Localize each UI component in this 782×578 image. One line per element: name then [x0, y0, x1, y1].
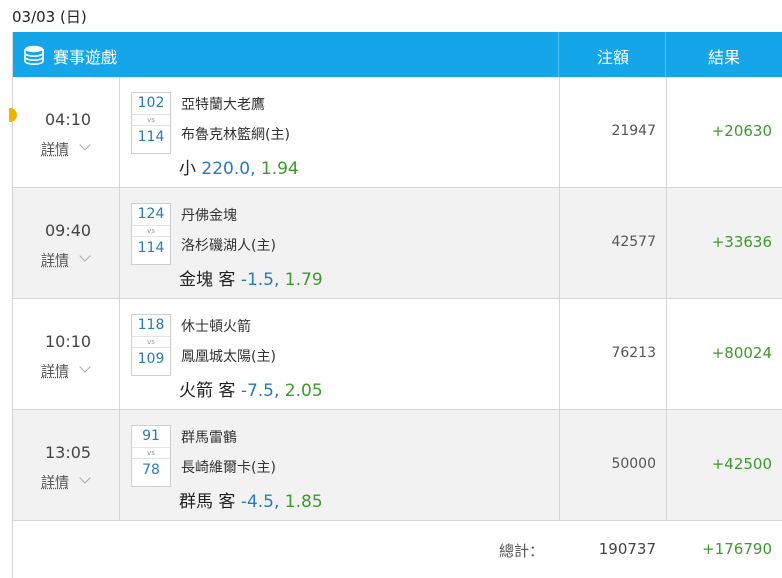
score-away: 118	[132, 315, 170, 337]
bet-amount: 42577	[611, 234, 656, 250]
header-result-cell: 結果	[666, 32, 782, 77]
details-link[interactable]: 詳情	[41, 361, 69, 381]
date-title: 03/03 (日)	[12, 8, 87, 26]
team-home: 長崎維爾卡(主)	[181, 460, 276, 476]
header-result-label: 結果	[708, 48, 741, 67]
pick-side: 客	[218, 270, 236, 290]
pick-line: -7.5,	[240, 381, 280, 401]
pick-line: 220.0,	[201, 159, 256, 179]
header-game-label: 賽事遊戲	[53, 48, 118, 67]
vs-label: vs	[147, 338, 155, 346]
score-box: 91 vs 78	[131, 425, 171, 487]
vs-label: vs	[147, 116, 155, 124]
bet-result: +20630	[711, 122, 772, 140]
match-time: 09:40	[45, 221, 92, 240]
match-time: 04:10	[45, 110, 92, 129]
header-game-cell: 賽事遊戲	[13, 32, 559, 77]
bet-pick: 群馬 客 -4.5, 1.85	[179, 487, 323, 512]
score-away: 102	[132, 93, 170, 115]
total-label: 總計：	[499, 542, 545, 560]
pick-side: 客	[218, 381, 236, 401]
score-box: 118 vs 109	[131, 314, 171, 376]
total-row: 總計： 190737 +176790	[13, 522, 782, 578]
bet-pick: 小 220.0, 1.94	[179, 154, 299, 179]
table-row: 09:40 詳情 124 vs 114 丹佛金塊 洛杉磯湖人(主) 金塊 客 -…	[13, 188, 782, 299]
pick-odds: 1.94	[260, 159, 299, 179]
chevron-down-icon[interactable]	[79, 139, 91, 151]
score-home: 109	[132, 347, 170, 370]
time-cell: 10:10 詳情	[13, 299, 120, 409]
score-home: 114	[132, 236, 170, 259]
pick-side: 客	[218, 492, 236, 512]
details-link[interactable]: 詳情	[41, 472, 69, 492]
bet-amount: 21947	[611, 123, 656, 139]
pick-name: 金塊	[179, 270, 213, 290]
score-away: 124	[132, 204, 170, 226]
details-link[interactable]: 詳情	[41, 139, 69, 159]
details-link[interactable]: 詳情	[41, 250, 69, 270]
bet-amount: 76213	[611, 345, 656, 361]
bet-history-table: 賽事遊戲 注額 結果 04:10 詳情 102 vs 114 亞特蘭大老鷹 布魯…	[9, 32, 782, 578]
match-time: 10:10	[45, 332, 92, 351]
header-bet-cell: 注額	[559, 32, 666, 77]
pick-odds: 1.79	[284, 270, 323, 290]
pick-odds: 2.05	[284, 381, 323, 401]
score-box: 102 vs 114	[131, 92, 171, 154]
pick-line: -4.5,	[240, 492, 280, 512]
total-result: +176790	[702, 540, 772, 558]
table-row: 04:10 詳情 102 vs 114 亞特蘭大老鷹 布魯克林籃網(主) 小 2…	[13, 77, 782, 188]
pick-name: 火箭	[179, 381, 213, 401]
pick-name: 群馬	[179, 492, 213, 512]
score-box: 124 vs 114	[131, 203, 171, 265]
bet-pick: 火箭 客 -7.5, 2.05	[179, 376, 323, 401]
team-home: 洛杉磯湖人(主)	[181, 238, 276, 254]
pick-name: 小	[179, 159, 196, 179]
header-bet-label: 注額	[597, 48, 630, 67]
score-home: 114	[132, 125, 170, 148]
table-header: 賽事遊戲 注額 結果	[13, 32, 782, 77]
score-away: 91	[132, 426, 170, 448]
team-home: 布魯克林籃網(主)	[181, 127, 290, 143]
bet-result: +80024	[711, 344, 772, 362]
bet-result: +42500	[711, 455, 772, 473]
team-away: 群馬雷鶴	[181, 430, 237, 446]
time-cell: 09:40 詳情	[13, 188, 120, 298]
chevron-down-icon[interactable]	[79, 361, 91, 373]
team-home: 鳳凰城太陽(主)	[181, 349, 276, 365]
pick-odds: 1.85	[284, 492, 323, 512]
score-home: 78	[132, 458, 170, 481]
table-row: 13:05 詳情 91 vs 78 群馬雷鶴 長崎維爾卡(主) 群馬 客 -4.…	[13, 410, 782, 521]
team-away: 休士頓火箭	[181, 319, 251, 335]
chevron-down-icon[interactable]	[79, 250, 91, 262]
chevron-down-icon[interactable]	[79, 472, 91, 484]
time-cell: 13:05 詳情	[13, 410, 120, 520]
total-bet-amount: 190737	[598, 540, 656, 558]
bet-pick: 金塊 客 -1.5, 1.79	[179, 265, 323, 290]
team-away: 亞特蘭大老鷹	[181, 97, 265, 113]
pick-line: -1.5,	[240, 270, 280, 290]
table-row: 10:10 詳情 118 vs 109 休士頓火箭 鳳凰城太陽(主) 火箭 客 …	[13, 299, 782, 410]
vs-label: vs	[147, 449, 155, 457]
bet-amount: 50000	[611, 456, 656, 472]
match-time: 13:05	[45, 443, 92, 462]
vs-label: vs	[147, 227, 155, 235]
bet-result: +33636	[711, 233, 772, 251]
coin-stack-icon	[24, 45, 44, 65]
team-away: 丹佛金塊	[181, 208, 237, 224]
time-cell: 04:10 詳情	[13, 77, 120, 187]
